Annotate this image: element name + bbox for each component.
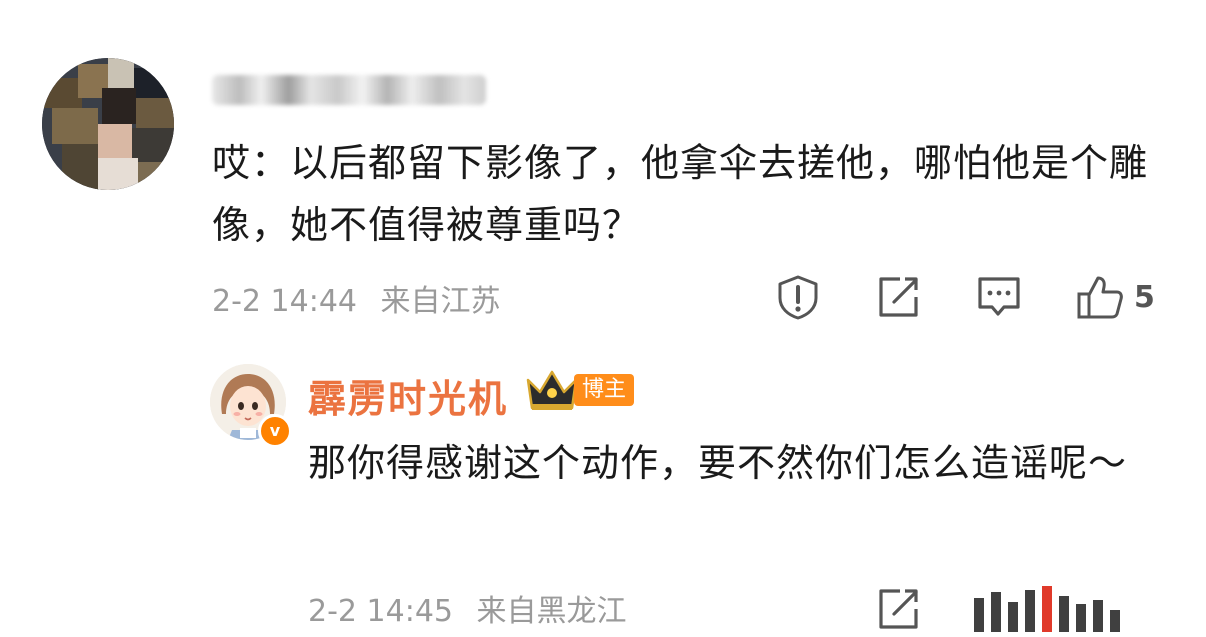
comment-text: 哎：以后都留下影像了，他拿伞去搓他，哪怕他是个雕像，她不值得被尊重吗？ [212, 141, 1149, 247]
watermark-bar [1042, 586, 1052, 632]
comment-location: 来自江苏 [380, 284, 501, 319]
watermark-bar [1076, 604, 1086, 632]
like-button[interactable]: 5 [1076, 274, 1155, 320]
blurred-name-block [212, 75, 486, 105]
share-icon [879, 589, 918, 629]
crown-icon [526, 370, 578, 410]
avatar-mosaic-tile [102, 88, 136, 124]
avatar-mosaic-tile [132, 128, 174, 162]
comment-actions: 5 [770, 274, 1180, 320]
avatar-mosaic-tile [52, 108, 98, 144]
share-button[interactable] [876, 274, 920, 320]
avatar-mosaic-tile [98, 158, 138, 190]
reply-meta: 2-2 14:45 来自黑龙江 [308, 586, 627, 630]
report-button[interactable] [776, 274, 820, 320]
watermark-bar [974, 598, 984, 632]
avatar-mosaic-tile [98, 124, 132, 158]
watermark-bar [991, 592, 1001, 632]
avatar-mosaic-tile [138, 162, 174, 190]
watermark-bar [1025, 590, 1035, 632]
comment-meta: 2-2 14:44 来自江苏 [212, 276, 501, 320]
share-icon [879, 277, 918, 317]
reply-share-button[interactable] [876, 586, 920, 632]
watermark-bar [1059, 596, 1069, 632]
reply-button[interactable] [976, 274, 1022, 320]
comment-date: 2-2 14:44 [212, 284, 357, 319]
blogger-badge: 博主 [574, 374, 635, 406]
avatar-mosaic-tile [134, 68, 174, 98]
reply-location: 来自黑龙江 [476, 594, 627, 629]
reply-date: 2-2 14:45 [308, 594, 453, 629]
verified-badge: v [258, 414, 292, 448]
main-comment: 哎：以后都留下影像了，他拿伞去搓他，哪怕他是个雕像，她不值得被尊重吗？ 2-2 … [0, 0, 1206, 330]
avatar-mosaic-tile [62, 144, 98, 190]
watermark-bars [974, 586, 1174, 632]
report-icon [778, 275, 818, 320]
reply-actions [870, 586, 1190, 632]
watermark-bar [1110, 610, 1120, 632]
avatar-mosaic-tile [42, 78, 82, 108]
reply-text: 那你得感谢这个动作，要不然你们怎么造谣呢～ [308, 441, 1128, 485]
like-icon [1077, 276, 1123, 319]
avatar[interactable] [42, 58, 174, 190]
username-blurred[interactable] [212, 72, 486, 108]
reply-icon [978, 277, 1020, 316]
watermark-bar [1093, 600, 1103, 632]
avatar-mosaic-tile [108, 58, 134, 88]
reply-comment: v 霹雳时光机 博主 那你得感谢这个动作，要不然你们怎么造谣呢～ 2-2 14:… [0, 350, 1206, 637]
avatar-mosaic-tile [136, 98, 174, 128]
reply-username[interactable]: 霹雳时光机 [308, 368, 508, 423]
watermark-bar [1008, 602, 1018, 632]
like-count: 5 [1134, 279, 1155, 315]
